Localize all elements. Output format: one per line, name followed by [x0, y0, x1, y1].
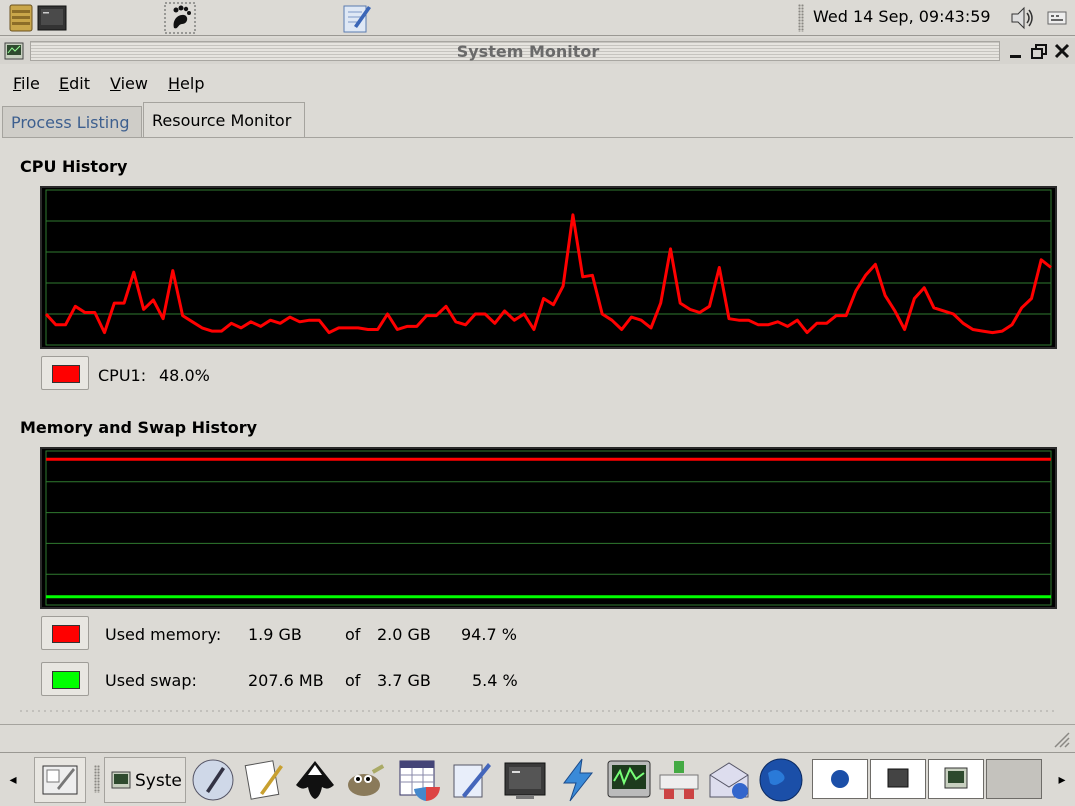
- swap-used: 207.6 MB: [248, 671, 324, 690]
- drawing-icon[interactable]: [448, 757, 494, 803]
- terminal-icon[interactable]: [502, 757, 548, 803]
- scroll-right-icon[interactable]: ▸: [1052, 767, 1072, 793]
- archive-icon[interactable]: [6, 2, 38, 34]
- workspace-2[interactable]: [870, 759, 926, 799]
- browser-globe-icon[interactable]: [758, 757, 804, 803]
- cpu-legend-value: 48.0%: [159, 366, 210, 385]
- clock[interactable]: Wed 14 Sep, 09:43:59: [813, 7, 991, 26]
- cpu-legend-label: CPU1:: [98, 366, 147, 385]
- volume-icon[interactable]: [1008, 4, 1036, 32]
- workspace-1[interactable]: [812, 759, 868, 799]
- tab-row: Process Listing Resource Monitor: [0, 102, 1075, 138]
- taskbar-grip[interactable]: [94, 765, 100, 793]
- memory-color-fill: [52, 625, 80, 643]
- menu-help[interactable]: Help: [168, 74, 204, 93]
- taskbar-task-label: Syste: [135, 771, 182, 791]
- swap-percent: 5.4 %: [472, 671, 518, 690]
- memory-history-graph: [40, 447, 1057, 609]
- separator: [18, 710, 1054, 712]
- tab-resource-monitor[interactable]: Resource Monitor: [143, 102, 305, 138]
- memory-total: 2.0 GB: [377, 625, 431, 644]
- window-title: System Monitor: [456, 42, 600, 61]
- chart-frame: [45, 450, 1052, 606]
- network-icon[interactable]: [656, 757, 702, 803]
- app-menu-icon[interactable]: [4, 42, 24, 60]
- cpu-history-graph: [40, 186, 1057, 349]
- inkscape-icon[interactable]: [292, 757, 338, 803]
- lightning-icon[interactable]: [554, 757, 600, 803]
- show-desktop-icon[interactable]: [34, 757, 86, 803]
- menu-view[interactable]: View: [110, 74, 148, 93]
- system-monitor-small-icon: [111, 771, 131, 789]
- memory-history-title: Memory and Swap History: [20, 418, 258, 437]
- cpu-color-swatch[interactable]: [41, 356, 89, 390]
- text-editor-icon[interactable]: [340, 2, 372, 34]
- status-bar: [0, 724, 1075, 752]
- memory-color-swatch[interactable]: [41, 616, 89, 650]
- keyboard-icon[interactable]: [1046, 8, 1068, 28]
- workspace-4[interactable]: [986, 759, 1042, 799]
- spreadsheet-icon[interactable]: [396, 757, 442, 803]
- swap-color-fill: [52, 671, 80, 689]
- workspace-3[interactable]: [928, 759, 984, 799]
- memory-label: Used memory:: [105, 625, 222, 644]
- swap-total: 3.7 GB: [377, 671, 431, 690]
- cpu-history-title: CPU History: [20, 157, 128, 176]
- gnome-foot-icon[interactable]: [164, 2, 196, 34]
- top-panel: Wed 14 Sep, 09:43:59: [0, 0, 1075, 36]
- resize-grip-icon[interactable]: [1051, 729, 1071, 749]
- system-monitor-icon[interactable]: [606, 757, 652, 803]
- restore-icon[interactable]: [1030, 42, 1048, 60]
- memory-history-chart: [45, 450, 1052, 606]
- memory-used: 1.9 GB: [248, 625, 302, 644]
- notes-icon[interactable]: [190, 757, 236, 803]
- close-icon[interactable]: [1053, 42, 1071, 60]
- bottom-panel: ◂ Syste ▸: [0, 752, 1075, 806]
- menu-edit[interactable]: Edit: [59, 74, 90, 93]
- gimp-icon[interactable]: [342, 757, 388, 803]
- terminal-icon[interactable]: [36, 2, 68, 34]
- minimize-icon[interactable]: [1007, 42, 1025, 60]
- memory-of: of: [345, 625, 361, 644]
- series-line-cpu1: [44, 213, 1052, 335]
- taskbar-system-monitor-button[interactable]: Syste: [104, 757, 186, 803]
- mail-icon[interactable]: [706, 757, 752, 803]
- cpu-history-chart: [44, 189, 1052, 346]
- swap-label: Used swap:: [105, 671, 197, 690]
- tab-process-listing[interactable]: Process Listing: [2, 106, 142, 138]
- swap-color-swatch[interactable]: [41, 662, 89, 696]
- swap-of: of: [345, 671, 361, 690]
- scroll-left-icon[interactable]: ◂: [3, 767, 23, 793]
- text-editor-icon[interactable]: [240, 757, 286, 803]
- title-bar[interactable]: System Monitor: [0, 38, 1075, 64]
- menu-bar: File Edit View Help: [0, 64, 1075, 102]
- cpu-color-fill: [52, 365, 80, 383]
- panel-grip[interactable]: [798, 4, 804, 32]
- memory-percent: 94.7 %: [461, 625, 517, 644]
- menu-file[interactable]: File: [13, 74, 40, 93]
